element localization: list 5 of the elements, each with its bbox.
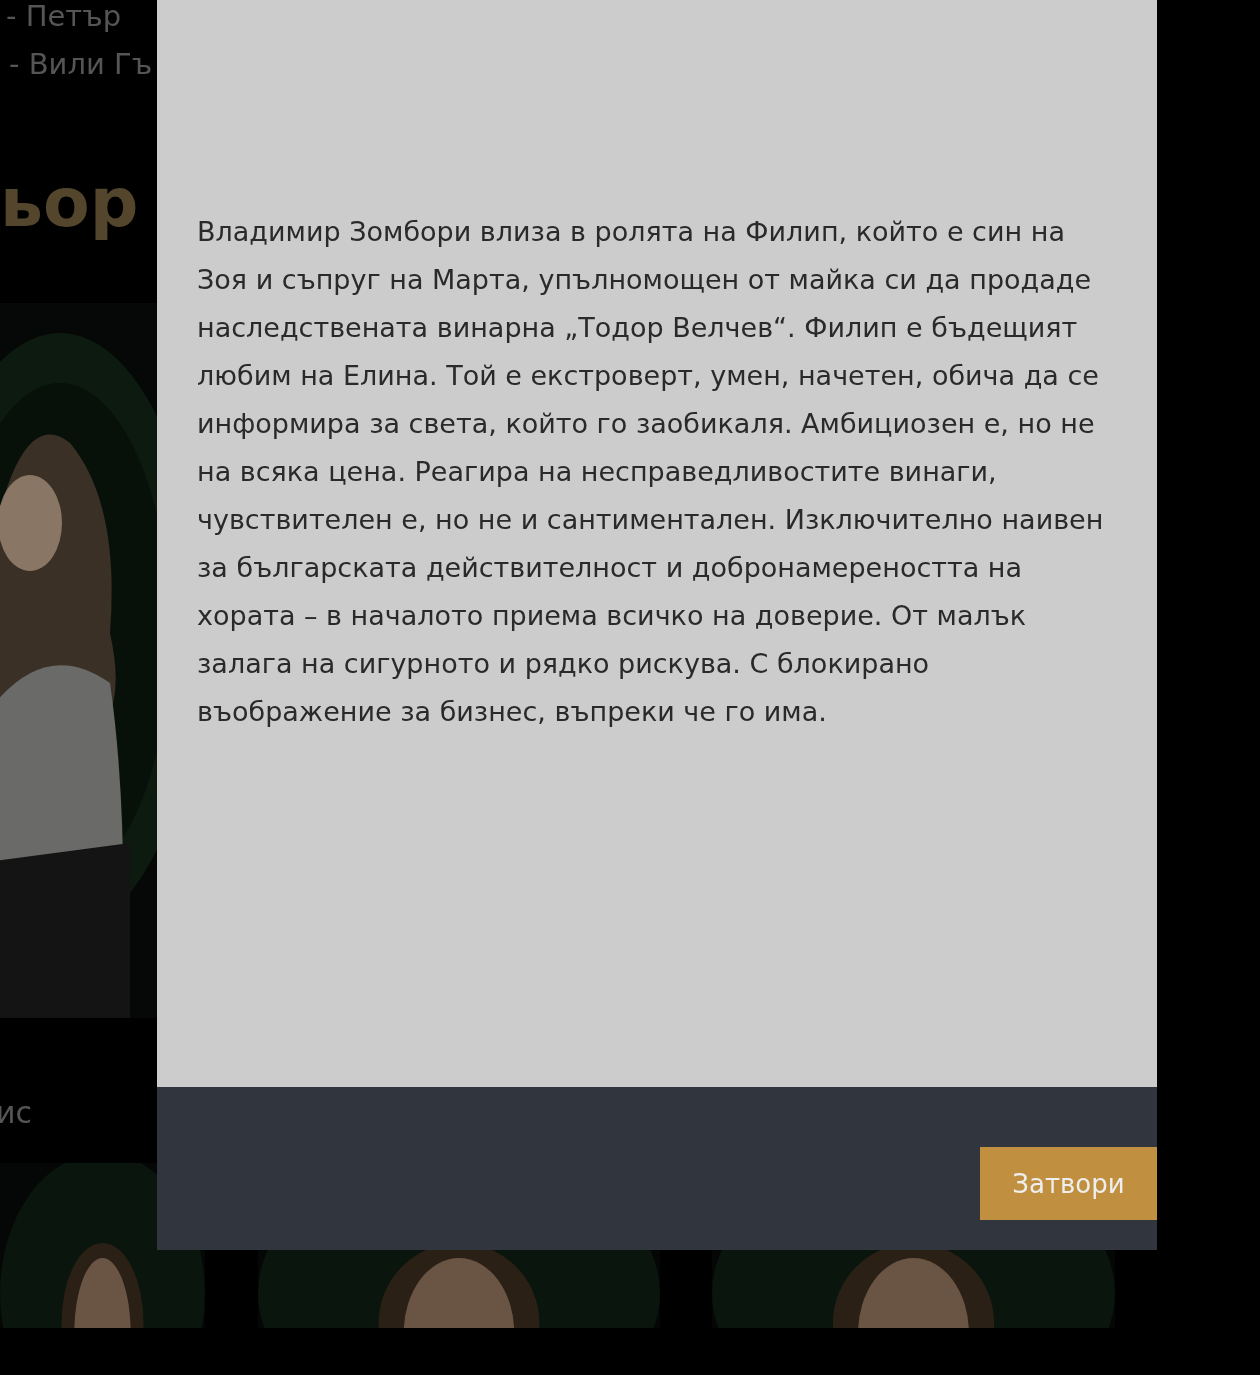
description-text: Владимир Зомбори влиза в ролята на Филип, който е син на Зоя и съпруг на Марта, упълномощен от майка си да продаде наследствената винарна „Тодор Велчев“. Филип е бъдещият любим на Елина. Той е екстроверт, умен, начетен, обича да се информира за света, който го заобикаля. Амбициозен е, но не на всяка цена. Реагира на несправедливостите винаги, чувствителен е, но не и сантиментален. Изключително наивен за българската действителност и добронамереността на хората – в началото приема всичко на доверие. От малък залага на сигурното и рядко рискува. С блокирано въображение за бизнес, въпреки че го има. <box>197 215 1105 729</box>
list-item: - Вили Гъ <box>8 46 154 83</box>
close-button[interactable]: Затвори <box>980 1147 1157 1220</box>
list-item: - Петър <box>5 0 123 35</box>
heading: ьор <box>0 162 139 244</box>
